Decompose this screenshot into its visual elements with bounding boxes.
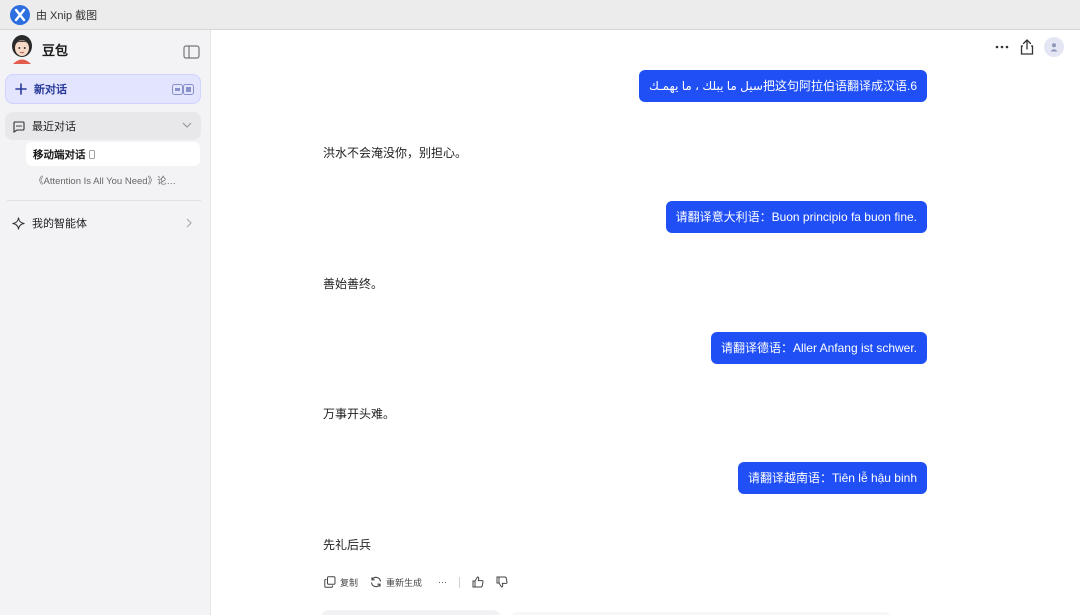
more-options-icon[interactable]	[994, 39, 1010, 55]
window-titlebar: 由 Xnip 截图	[0, 0, 1080, 30]
more-actions-label: ···	[438, 577, 448, 587]
regenerate-label: 重新生成	[386, 577, 423, 588]
sidebar-divider	[7, 200, 201, 201]
chevron-right-icon	[186, 218, 192, 228]
new-chat-button[interactable]: 新对话	[5, 74, 201, 104]
assistant-message: 先礼后兵	[323, 538, 372, 552]
copy-label: 复制	[340, 577, 359, 588]
action-divider	[459, 576, 461, 588]
assistant-message: 万事开头难。	[323, 407, 396, 421]
conversation-item[interactable]: 《Attention Is All You Need》论…	[26, 169, 200, 191]
dislike-button[interactable]	[496, 576, 508, 588]
avatar	[12, 35, 32, 64]
conversation-item-active[interactable]: 移动端对话	[26, 142, 200, 166]
regenerate-button[interactable]: 重新生成	[370, 576, 422, 589]
chat-bubble-icon	[13, 120, 25, 133]
copy-button[interactable]: 复制	[324, 576, 358, 589]
user-message: 6.把这句阿拉伯语翻译成汉语سيل ما يبلك ، ما يهمـك	[638, 70, 927, 102]
assistant-message: 善始善终。	[323, 277, 384, 291]
chevron-down-icon	[182, 122, 192, 128]
user-message: 请翻译意大利语：Buon principio fa buon fine.	[665, 201, 927, 233]
titlebar-text: 由 Xnip 截图	[36, 9, 98, 22]
new-chat-label: 新对话	[34, 84, 67, 96]
conversation-label: 《Attention Is All You Need》论…	[34, 176, 177, 187]
recent-conversations-header[interactable]: 最近对话	[5, 112, 201, 140]
chat-main: 6.把这句阿拉伯语翻译成汉语سيل ما يبلك ، ما يهمـك 洪水不…	[211, 30, 1080, 615]
more-actions-button[interactable]: ···	[434, 577, 447, 587]
message-action-bar: 复制 重新生成 ···	[324, 572, 520, 592]
sidebar: 豆包 新对话 最近对话 移动端对话 《Attention Is All You …	[0, 30, 211, 615]
my-agents-label: 我的智能体	[32, 218, 87, 230]
shortcut-icon	[172, 84, 194, 95]
user-avatar-button[interactable]	[1044, 37, 1064, 57]
thumbs-up-icon	[472, 576, 484, 588]
user-message: 请翻译越南语：Tiên lễ hậu binh	[738, 462, 927, 494]
share-icon[interactable]	[1020, 39, 1034, 55]
user-icon	[1050, 43, 1058, 52]
collapse-sidebar-icon[interactable]	[183, 45, 200, 59]
thumbs-down-icon	[496, 576, 508, 588]
brand-name: 豆包	[42, 42, 69, 58]
my-agents-item[interactable]: 我的智能体	[5, 210, 201, 236]
phone-icon	[88, 149, 95, 159]
sparkle-icon	[12, 216, 25, 230]
refresh-icon	[370, 576, 382, 588]
copy-icon	[324, 576, 336, 588]
like-button[interactable]	[472, 576, 484, 588]
top-actions	[994, 37, 1064, 57]
recent-conversations-label: 最近对话	[32, 121, 76, 133]
assistant-message: 洪水不会淹没你，别担心。	[323, 146, 468, 160]
plus-icon	[15, 83, 27, 95]
input-area-edge[interactable]	[321, 610, 501, 615]
conversation-label: 移动端对话	[33, 148, 86, 161]
brand[interactable]: 豆包	[9, 34, 68, 64]
xnip-logo-icon	[10, 4, 30, 25]
user-message: 请翻译德语：Aller Anfang ist schwer.	[710, 332, 927, 364]
